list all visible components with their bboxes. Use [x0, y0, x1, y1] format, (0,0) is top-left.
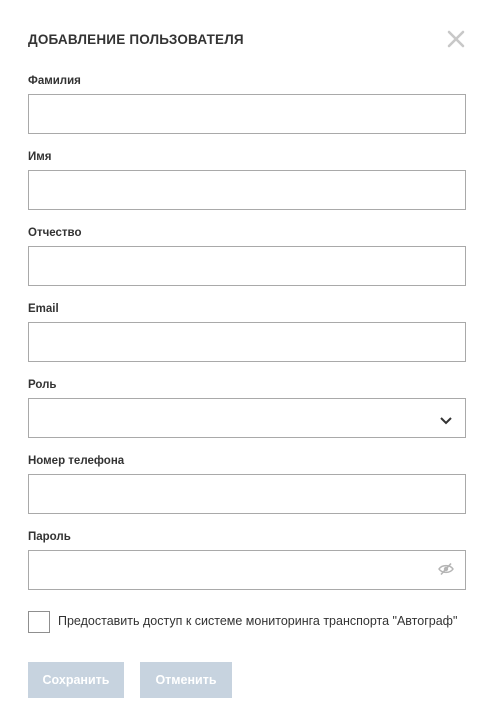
- dialog-title: ДОБАВЛЕНИЕ ПОЛЬЗОВАТЕЛЯ: [28, 32, 244, 47]
- email-input[interactable]: [28, 322, 466, 362]
- first-name-input[interactable]: [28, 170, 466, 210]
- close-icon[interactable]: [446, 29, 466, 49]
- email-label: Email: [28, 303, 59, 315]
- role-select[interactable]: [28, 398, 466, 438]
- access-checkbox[interactable]: [28, 611, 50, 633]
- last-name-label: Фамилия: [28, 75, 81, 87]
- patronymic-input[interactable]: [28, 246, 466, 286]
- role-label: Роль: [28, 379, 57, 391]
- last-name-field: Фамилия: [28, 74, 466, 134]
- email-field-group: Email: [28, 302, 466, 362]
- access-checkbox-row: Предоставить доступ к системе мониторинг…: [28, 611, 468, 633]
- chevron-down-icon[interactable]: [439, 413, 453, 431]
- add-user-dialog: ДОБАВЛЕНИЕ ПОЛЬЗОВАТЕЛЯ Фамилия Имя Отче…: [0, 0, 487, 718]
- last-name-input[interactable]: [28, 94, 466, 134]
- access-checkbox-label[interactable]: Предоставить доступ к системе мониторинг…: [58, 614, 457, 628]
- cancel-button[interactable]: Отменить: [140, 662, 232, 698]
- save-button[interactable]: Сохранить: [28, 662, 124, 698]
- eye-off-icon[interactable]: [438, 562, 454, 581]
- password-label: Пароль: [28, 531, 71, 543]
- phone-field: Номер телефона: [28, 454, 466, 514]
- first-name-label: Имя: [28, 151, 52, 163]
- patronymic-field: Отчество: [28, 226, 466, 286]
- role-field: Роль: [28, 378, 466, 438]
- phone-input[interactable]: [28, 474, 466, 514]
- phone-label: Номер телефона: [28, 455, 125, 467]
- patronymic-label: Отчество: [28, 227, 82, 239]
- password-input[interactable]: [28, 550, 466, 590]
- password-field: Пароль: [28, 530, 466, 590]
- first-name-field: Имя: [28, 150, 466, 210]
